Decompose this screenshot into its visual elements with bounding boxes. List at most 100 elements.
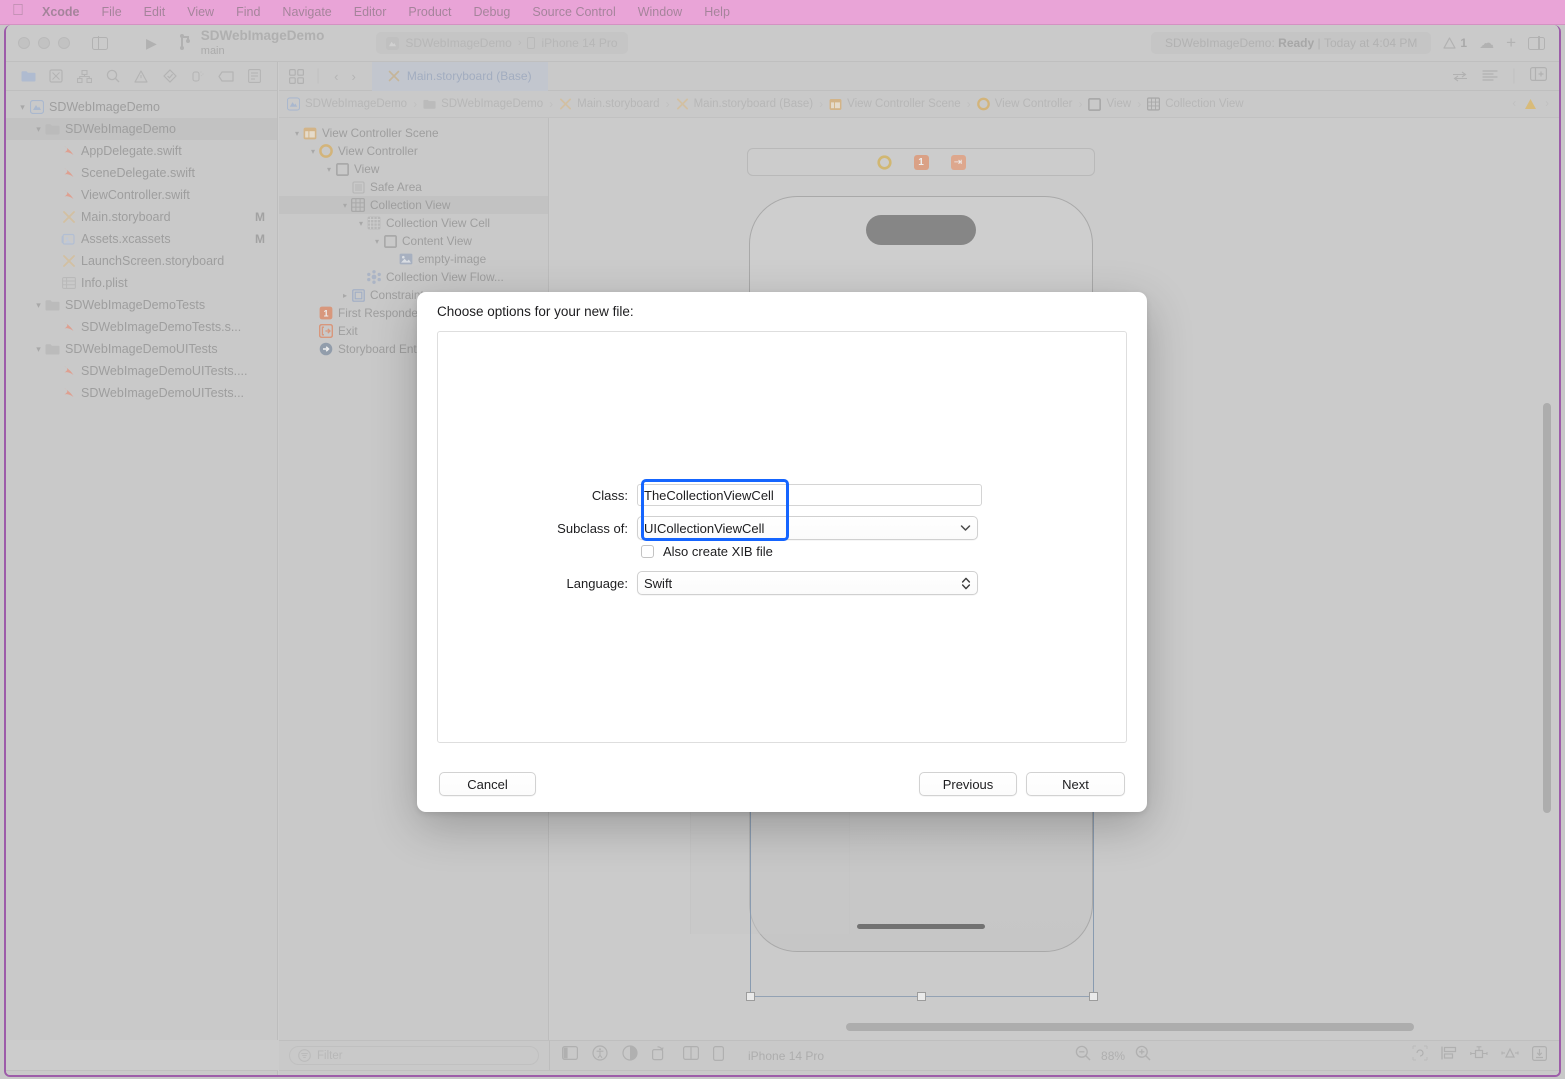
text-lines-icon[interactable] [1482, 70, 1498, 82]
search-icon[interactable] [99, 62, 127, 91]
canvas-device-label[interactable]: iPhone 14 Pro [748, 1049, 824, 1063]
scheme-destination-chooser[interactable]: SDWebImageDemo › iPhone 14 Pro [376, 32, 627, 54]
resolve-issues-icon[interactable] [1501, 1046, 1519, 1065]
disclosure-triangle-icon[interactable]: ▾ [32, 344, 45, 355]
outline-item-2[interactable]: ▾View [279, 160, 548, 178]
zoom-in-button[interactable] [1135, 1045, 1151, 1066]
outline-item-1[interactable]: ▾View Controller [279, 142, 548, 160]
disclosure-triangle-icon[interactable]: ▾ [291, 129, 303, 138]
disclosure-triangle-icon[interactable]: ▾ [371, 237, 383, 246]
menu-item-file[interactable]: File [91, 5, 133, 19]
back-button[interactable]: ‹ [334, 69, 338, 84]
outline-filter-input[interactable]: Filter [289, 1046, 539, 1065]
navigator-item-8[interactable]: Info.plist [6, 272, 277, 294]
add-constraints-icon[interactable] [1470, 1046, 1488, 1066]
navigator-item-7[interactable]: LaunchScreen.storyboard [6, 250, 277, 272]
navigator-filter-input[interactable]: ▼ Filter [33, 1076, 268, 1077]
disclosure-triangle-icon[interactable]: ▾ [32, 300, 45, 311]
orientation-icon[interactable] [652, 1046, 669, 1066]
breadcrumb-item-2[interactable]: Main.storyboard [559, 98, 659, 111]
next-button[interactable]: Next [1026, 772, 1125, 796]
disclosure-triangle-icon[interactable]: ▾ [339, 201, 351, 210]
outline-item-4[interactable]: ▾Collection View [279, 196, 548, 214]
breadcrumb-item-6[interactable]: View [1088, 98, 1131, 111]
accessibility-icon[interactable] [592, 1045, 608, 1066]
outline-item-8[interactable]: Collection View Flow... [279, 268, 548, 286]
menu-item-window[interactable]: Window [627, 5, 693, 19]
previous-issue-button[interactable]: ‹ [1512, 98, 1516, 110]
navigator-item-5[interactable]: Main.storyboardM [6, 206, 277, 228]
close-button[interactable] [18, 37, 30, 49]
menu-item-source-control[interactable]: Source Control [521, 5, 626, 19]
also-create-xib-checkbox[interactable] [641, 545, 654, 558]
outline-item-7[interactable]: empty-image [279, 250, 548, 268]
swap-arrows-icon[interactable] [1452, 71, 1468, 82]
menu-item-debug[interactable]: Debug [463, 5, 522, 19]
menu-item-xcode[interactable]: Xcode [38, 5, 91, 19]
run-button[interactable]: ▶ [146, 35, 157, 52]
symbol-hierarchy-icon[interactable] [71, 62, 99, 91]
next-issue-button[interactable]: › [1545, 98, 1549, 110]
resize-handle-bottom-left[interactable] [746, 992, 755, 1001]
breadcrumb-item-5[interactable]: View Controller [977, 98, 1073, 111]
cancel-button[interactable]: Cancel [439, 772, 536, 796]
add-editor-button[interactable]: + [1506, 33, 1516, 53]
outline-item-3[interactable]: Safe Area [279, 178, 548, 196]
breadcrumb-item-1[interactable]: SDWebImageDemo [423, 98, 543, 111]
language-popup[interactable]: Swift [637, 571, 978, 595]
navigator-item-6[interactable]: Assets.xcassetsM [6, 228, 277, 250]
menu-item-view[interactable]: View [176, 5, 225, 19]
disclosure-triangle-icon[interactable]: ▾ [355, 219, 367, 228]
toggle-navigator-icon[interactable] [92, 37, 108, 50]
navigator-item-1[interactable]: ▾SDWebImageDemo [6, 118, 277, 140]
navigator-item-4[interactable]: ViewController.swift [6, 184, 277, 206]
align-icon[interactable] [1441, 1046, 1457, 1065]
first-responder-icon[interactable]: 1 [914, 155, 929, 170]
navigator-item-12[interactable]: SDWebImageDemoUITests.... [6, 360, 277, 382]
canvas-horizontal-scrollbar[interactable] [846, 1023, 1414, 1031]
device-bezel-icon[interactable] [713, 1046, 724, 1066]
add-assistant-editor-icon[interactable] [1530, 67, 1547, 86]
breadcrumb-item-7[interactable]: Collection View [1147, 98, 1243, 111]
disclosure-triangle-icon[interactable]: ▾ [32, 124, 45, 135]
report-icon[interactable] [241, 62, 269, 91]
class-field[interactable]: TheCollectionViewCell [637, 484, 982, 506]
update-frames-icon[interactable] [1412, 1045, 1428, 1066]
menu-item-product[interactable]: Product [397, 5, 462, 19]
navigator-item-3[interactable]: SceneDelegate.swift [6, 162, 277, 184]
warning-indicator[interactable]: 1 [1443, 36, 1467, 50]
outline-item-6[interactable]: ▾Content View [279, 232, 548, 250]
tab-main-storyboard[interactable]: Main.storyboard (Base) [372, 62, 548, 91]
menu-item-find[interactable]: Find [225, 5, 271, 19]
toggle-document-outline-icon[interactable] [562, 1046, 578, 1065]
breadcrumb-item-0[interactable]: SDWebImageDemo [287, 98, 407, 111]
disclosure-triangle-icon[interactable]: ▸ [339, 291, 351, 300]
navigator-item-11[interactable]: ▾SDWebImageDemoUITests [6, 338, 277, 360]
apple-logo-icon[interactable]:  [12, 3, 24, 19]
zoom-out-button[interactable] [1075, 1045, 1091, 1066]
source-control-icon[interactable] [42, 62, 70, 91]
disclosure-triangle-icon[interactable]: ▾ [307, 147, 319, 156]
subclass-combo[interactable]: UICollectionViewCell [637, 516, 978, 540]
toggle-inspector-icon[interactable] [1528, 37, 1545, 50]
menu-item-help[interactable]: Help [693, 5, 741, 19]
menu-item-navigate[interactable]: Navigate [271, 5, 342, 19]
split-view-icon[interactable] [683, 1046, 699, 1065]
add-file-button[interactable]: + [15, 1076, 25, 1078]
forward-button[interactable]: › [352, 69, 356, 84]
warning-triangle-icon[interactable] [127, 62, 155, 91]
canvas-vertical-scrollbar[interactable] [1543, 403, 1551, 813]
disclosure-triangle-icon[interactable]: ▾ [323, 165, 335, 174]
outline-item-5[interactable]: ▾Collection View Cell [279, 214, 548, 232]
navigator-item-9[interactable]: ▾SDWebImageDemoTests [6, 294, 277, 316]
navigator-item-2[interactable]: AppDelegate.swift [6, 140, 277, 162]
view-controller-icon[interactable] [877, 155, 892, 170]
resize-handle-bottom-center[interactable] [917, 992, 926, 1001]
cloud-icon[interactable]: ☁ [1479, 34, 1494, 52]
navigator-item-10[interactable]: SDWebImageDemoTests.s... [6, 316, 277, 338]
breadcrumb-item-4[interactable]: View Controller Scene [829, 98, 961, 111]
disclosure-triangle-icon[interactable]: ▾ [16, 102, 29, 113]
breakpoint-icon[interactable] [212, 62, 240, 91]
minimize-button[interactable] [38, 37, 50, 49]
tab-grid-icon[interactable] [289, 69, 304, 84]
